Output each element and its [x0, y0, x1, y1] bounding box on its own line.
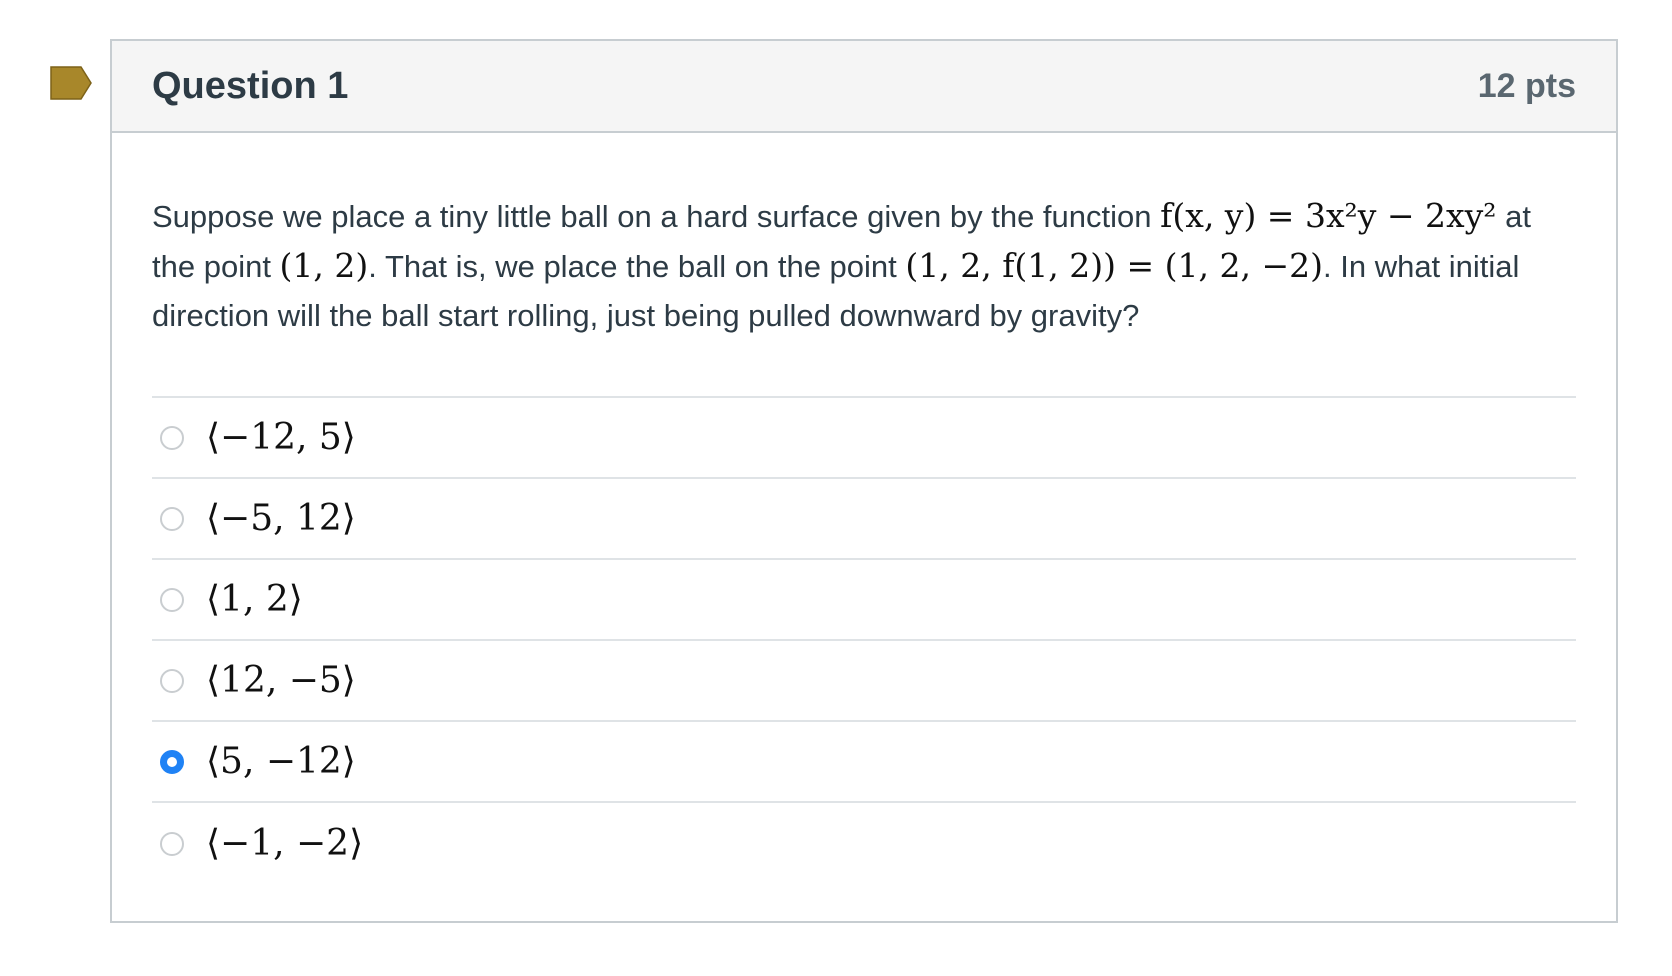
- question-text: Suppose we place a tiny little ball on a…: [152, 191, 1576, 340]
- answer-label[interactable]: ⟨12, −5⟩: [206, 660, 356, 701]
- radio-button[interactable]: [160, 668, 184, 693]
- math-point: (1, 2): [279, 246, 369, 285]
- question-body: Suppose we place a tiny little ball on a…: [112, 133, 1616, 884]
- answer-option-4[interactable]: ⟨12, −5⟩: [152, 641, 1576, 722]
- question-text-part3: . That is, we place the ball on the poin…: [368, 249, 906, 284]
- answer-label[interactable]: ⟨−1, −2⟩: [206, 823, 363, 864]
- answer-option-3[interactable]: ⟨1, 2⟩: [152, 560, 1576, 641]
- question-card: Question 1 12 pts Suppose we place a tin…: [110, 39, 1618, 923]
- answer-list: ⟨−12, 5⟩ ⟨−5, 12⟩ ⟨1, 2⟩ ⟨12, −5⟩ ⟨5, −1…: [152, 396, 1576, 884]
- answer-label[interactable]: ⟨1, 2⟩: [206, 579, 303, 620]
- answer-label[interactable]: ⟨−12, 5⟩: [206, 417, 356, 458]
- answer-label[interactable]: ⟨5, −12⟩: [206, 741, 356, 782]
- question-header: Question 1 12 pts: [112, 41, 1616, 133]
- question-text-part1: Suppose we place a tiny little ball on a…: [152, 199, 1161, 234]
- answer-option-6[interactable]: ⟨−1, −2⟩: [152, 803, 1576, 884]
- radio-button[interactable]: [160, 831, 184, 856]
- radio-button[interactable]: [160, 425, 184, 450]
- question-title: Question 1: [152, 64, 349, 107]
- math-function: f(x, y) = 3x²y − 2xy²: [1160, 196, 1497, 235]
- radio-button[interactable]: [160, 587, 184, 612]
- answer-option-5[interactable]: ⟨5, −12⟩: [152, 722, 1576, 803]
- question-flag-icon[interactable]: [50, 66, 92, 100]
- radio-button-selected[interactable]: [160, 749, 184, 774]
- question-points: 12 pts: [1477, 66, 1576, 105]
- radio-button[interactable]: [160, 506, 184, 531]
- answer-label[interactable]: ⟨−5, 12⟩: [206, 498, 356, 539]
- math-point-3d: (1, 2, f(1, 2)) = (1, 2, −2): [905, 246, 1323, 285]
- answer-option-2[interactable]: ⟨−5, 12⟩: [152, 479, 1576, 560]
- answer-option-1[interactable]: ⟨−12, 5⟩: [152, 398, 1576, 479]
